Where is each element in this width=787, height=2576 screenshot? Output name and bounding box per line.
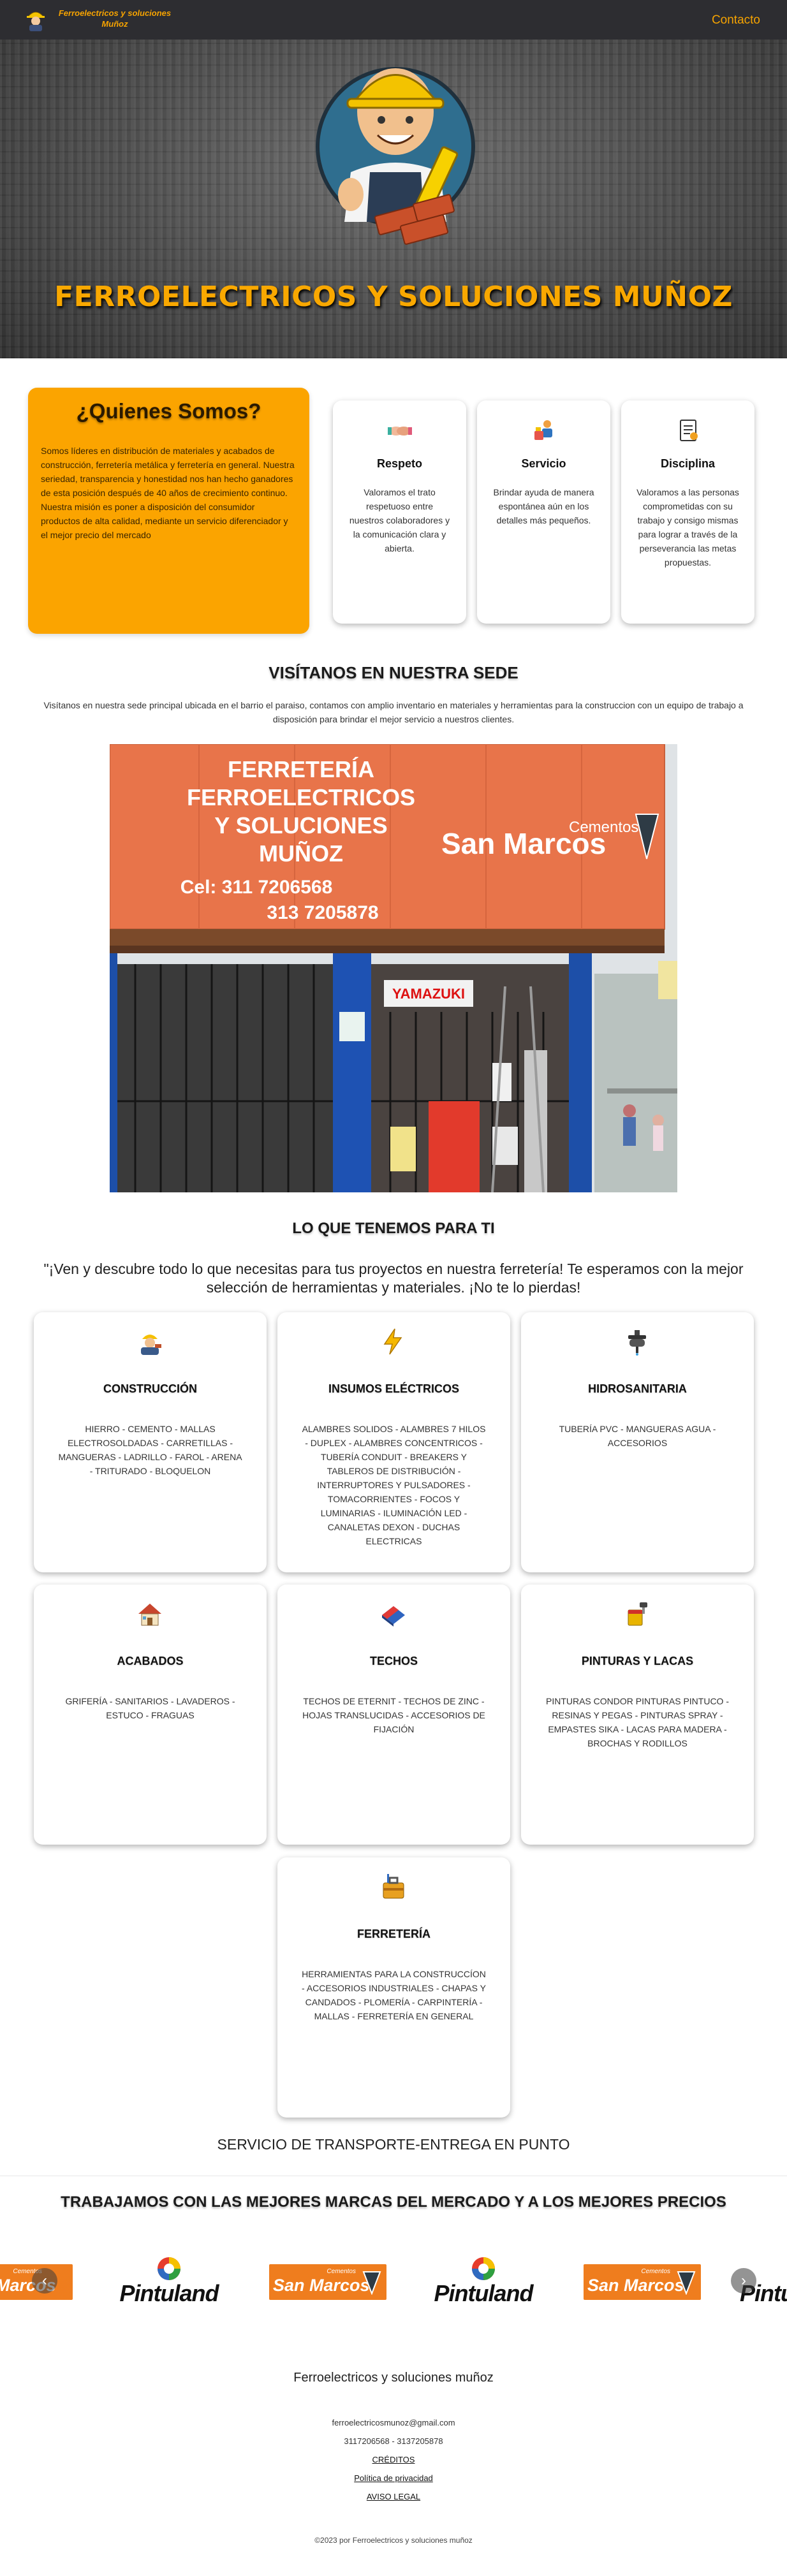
sede-title: VISÍTANOS EN NUESTRA SEDE — [268, 663, 519, 682]
about-us-card: ¿Quienes Somos? Somos líderes en distrib… — [28, 388, 309, 634]
shop-banner-text: YAMAZUKI — [392, 986, 465, 1002]
faucet-icon — [628, 1330, 646, 1356]
footer-email[interactable]: ferroelectricosmunoz@gmail.com — [0, 2418, 787, 2427]
house-icon — [138, 1604, 161, 1626]
brand-big-text: San Marcos — [273, 2276, 370, 2295]
sede-text: Visítanos en nuestra sede principal ubic… — [43, 700, 744, 724]
store-photo: FERRETERÍA FERROELECTRICOS Y SOLUCIONES … — [110, 744, 677, 1192]
brand-small-text: Cementos — [641, 2268, 670, 2275]
brand-big-text: San Marcos — [587, 2276, 684, 2295]
brand-line-2: Muñoz — [101, 19, 128, 29]
brand-logo-san-marcos: Cementos San Marcos — [269, 2264, 386, 2300]
product-text: HIERRO - CEMENTO - MALLAS ELECTROSOLDADA… — [58, 1424, 242, 1476]
service-icon — [534, 420, 552, 440]
transport-service-text: SERVICIO DE TRANSPORTE-ENTREGA EN PUNTO — [217, 2136, 570, 2153]
footer-company-name: Ferroelectricos y soluciones muñoz — [293, 2371, 494, 2385]
sign-phone-2: 313 7205878 — [267, 902, 378, 923]
product-card-hidrosanitaria: HIDROSANITARIA TUBERÍA PVC - MANGUERAS A… — [521, 1312, 754, 1572]
product-card-ferreteria: FERRETERÍA HERRAMIENTAS PARA LA CONSTRUC… — [277, 1857, 510, 2118]
product-card-insumos-electricos: INSUMOS ELÉCTRICOS ALAMBRES SOLIDOS - AL… — [277, 1312, 510, 1572]
toolbox-icon — [383, 1874, 404, 1899]
product-title: HIDROSANITARIA — [588, 1382, 687, 1395]
product-card-techos: TECHOS TECHOS DE ETERNIT - TECHOS DE ZIN… — [277, 1584, 510, 1845]
product-text: TECHOS DE ETERNIT - TECHOS DE ZINC - HOJ… — [302, 1696, 485, 1734]
product-title: FERRETERÍA — [357, 1928, 430, 1940]
footer-privacy-link[interactable]: Política de privacidad — [354, 2473, 433, 2483]
carousel-next-button[interactable]: › — [731, 2268, 756, 2294]
product-title: PINTURAS Y LACAS — [581, 1655, 694, 1667]
product-text: GRIFERÍA - SANITARIOS - LAVADEROS - ESTU… — [65, 1696, 235, 1720]
sign-line-4: MUÑOZ — [259, 840, 343, 867]
brand-name[interactable]: Ferroelectricos y soluciones Muñoz — [51, 8, 179, 29]
pintuland-logo-icon — [158, 2257, 180, 2280]
product-text: TUBERÍA PVC - MANGUERAS AGUA - ACCESORIO… — [559, 1424, 716, 1448]
value-title: Respeto — [376, 457, 422, 470]
brand-name-text: Pintuland — [434, 2280, 534, 2306]
value-text: Brindar ayuda de manera espontánea aún e… — [493, 487, 594, 525]
sign-phone-1: Cel: 311 7206568 — [180, 877, 333, 898]
product-text: PINTURAS CONDOR PINTURAS PINTUCO - RESIN… — [545, 1696, 729, 1748]
paint-bucket-icon — [628, 1602, 647, 1626]
about-us-title: ¿Quienes Somos? — [76, 399, 261, 423]
value-text: Valoramos el trato respetuoso entre nues… — [349, 487, 450, 553]
hero-title: FERROELECTRICOS Y SOLUCIONES MUÑOZ — [54, 281, 733, 313]
product-title: INSUMOS ELÉCTRICOS — [328, 1382, 459, 1395]
value-text: Valoramos a las personas comprometidas c… — [636, 487, 739, 567]
brand-line-1: Ferroelectricos y soluciones — [58, 8, 172, 18]
product-card-acabados: ACABADOS GRIFERÍA - SANITARIOS - LAVADER… — [34, 1584, 267, 1845]
worker-icon — [141, 1335, 161, 1355]
product-text: ALAMBRES SOLIDOS - ALAMBRES 7 HILOS - DU… — [302, 1424, 486, 1546]
footer-copyright: ©2023 por Ferroelectricos y soluciones m… — [314, 2536, 473, 2545]
sign-line-1: FERRETERÍA — [228, 756, 374, 782]
product-title: CONSTRUCCIÓN — [103, 1382, 197, 1395]
brand-logo-san-marcos: Cementos San Marcos — [584, 2264, 701, 2300]
brand-logo-pintuland: Pintuland — [112, 2256, 226, 2309]
hero-banner: FERROELECTRICOS Y SOLUCIONES MUÑOZ — [0, 40, 787, 358]
nav-contacto-link[interactable]: Contacto — [712, 13, 760, 27]
brand-name-text: Pintuland — [119, 2280, 219, 2306]
checklist-icon — [680, 420, 698, 441]
product-title: TECHOS — [369, 1655, 418, 1667]
brand-small-text: Cementos — [327, 2268, 356, 2275]
products-subtitle: "¡Ven y descubre todo lo que necesitas p… — [43, 1261, 744, 1296]
pintuland-logo-icon — [472, 2257, 495, 2280]
footer-credits-link[interactable]: CRÉDITOS — [372, 2455, 415, 2464]
worker-mascot-icon — [316, 67, 475, 245]
brands-title: TRABAJAMOS CON LAS MEJORES MARCAS DEL ME… — [61, 2193, 726, 2211]
logo-icon[interactable] — [24, 6, 47, 32]
footer-phones: 3117206568 - 3137205878 — [344, 2436, 443, 2446]
san-marcos-flag-icon — [362, 2271, 381, 2295]
value-card-servicio: Servicio Brindar ayuda de manera espontá… — [477, 400, 610, 624]
brand-logo-pintuland: Pintuland — [426, 2256, 541, 2309]
lightning-icon — [383, 1328, 402, 1355]
brands-carousel[interactable]: Cementos San Marcos Pintuland Cementos S… — [0, 2254, 787, 2311]
value-card-disciplina: Disciplina Valoramos a las personas comp… — [621, 400, 754, 624]
product-title: ACABADOS — [117, 1655, 184, 1667]
roof-icon — [382, 1606, 405, 1627]
value-card-respeto: Respeto Valoramos el trato respetuoso en… — [333, 400, 466, 624]
value-title: Servicio — [521, 457, 566, 470]
carousel-prev-button[interactable]: ‹ — [32, 2268, 57, 2294]
sign-line-2: FERROELECTRICOS — [187, 784, 415, 810]
handshake-icon — [388, 427, 412, 435]
product-card-construccion: CONSTRUCCIÓN HIERRO - CEMENTO - MALLAS E… — [34, 1312, 267, 1572]
top-navigation-bar: Ferroelectricos y soluciones Muñoz Conta… — [0, 0, 787, 40]
product-text: HERRAMIENTAS PARA LA CONSTRUCCÍON - ACCE… — [302, 1969, 486, 2021]
sign-line-3: Y SOLUCIONES — [214, 812, 387, 838]
sign-brand-big: San Marcos — [441, 827, 606, 860]
value-title: Disciplina — [660, 457, 716, 470]
about-us-text: Somos líderes en distribución de materia… — [41, 446, 295, 540]
san-marcos-flag-icon — [677, 2271, 696, 2295]
products-title: LO QUE TENEMOS PARA TI — [292, 1220, 495, 1237]
product-card-pinturas-y-lacas: PINTURAS Y LACAS PINTURAS CONDOR PINTURA… — [521, 1584, 754, 1845]
footer-legal-link[interactable]: AVISO LEGAL — [367, 2492, 420, 2501]
